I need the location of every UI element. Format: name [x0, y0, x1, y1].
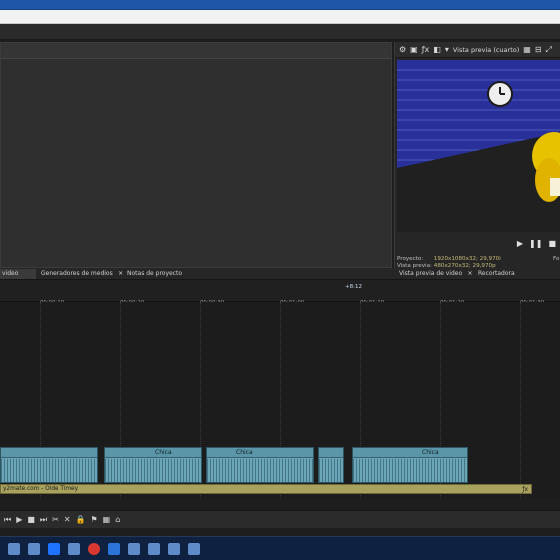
timeline-clip[interactable]	[352, 447, 468, 483]
close-icon[interactable]: ×	[467, 269, 473, 279]
ff-icon[interactable]: ⏭	[40, 515, 47, 525]
timeline-clip[interactable]	[318, 447, 344, 483]
camera-icon[interactable]: ◧	[433, 45, 441, 54]
rewind-icon[interactable]: ⏮	[4, 515, 11, 525]
app-window: ⚙ ▣ ƒx ◧ ▾ Vista previa (cuarto) ▦ ⊟ ⤢ ▶…	[0, 0, 560, 560]
tab-media-generators[interactable]: Generadores de medios ×	[39, 269, 124, 279]
preview-toolbar: ⚙ ▣ ƒx ◧ ▾ Vista previa (cuarto) ▦ ⊟ ⤢	[395, 42, 560, 58]
vegas-icon[interactable]	[48, 542, 60, 555]
timeline-clip[interactable]	[206, 447, 314, 483]
windows-icon[interactable]	[68, 542, 80, 555]
audio-track[interactable]: y2mate.com - Olde Timey ƒx	[0, 484, 532, 494]
tab-project-notes[interactable]: Notas de proyecto	[125, 269, 185, 279]
main-panel	[0, 42, 392, 268]
stop-icon[interactable]: ■	[27, 515, 35, 524]
close-icon[interactable]: ×	[118, 269, 124, 279]
settings-icon[interactable]	[168, 542, 180, 555]
preview-panel: ⚙ ▣ ƒx ◧ ▾ Vista previa (cuarto) ▦ ⊟ ⤢ ▶…	[394, 42, 560, 269]
tab-label: Generadores de medios	[41, 270, 113, 277]
clip-label: Chica	[236, 449, 253, 456]
clip-label: Chica	[422, 449, 439, 456]
stop-icon[interactable]: ■	[548, 239, 556, 248]
photoshop-icon[interactable]	[108, 542, 120, 555]
delete-icon[interactable]: ✕	[64, 515, 71, 524]
play-icon[interactable]: ▶	[16, 515, 22, 524]
fx-icon[interactable]: ƒx	[422, 45, 430, 54]
timeline-header	[0, 280, 560, 302]
tab-label: Notas de proyecto	[127, 270, 183, 277]
marker-icon[interactable]: ⚑	[91, 515, 98, 524]
grid-icon[interactable]: ▦	[523, 45, 531, 54]
expand-icon[interactable]: ⤢	[546, 45, 552, 54]
timeline-clip[interactable]	[104, 447, 202, 483]
play-icon[interactable]: ▶	[517, 239, 523, 248]
timeline-toolbar: ⏮ ▶ ■ ⏭ ✂ ✕ 🔒 ⚑ ▦ ⌂	[0, 510, 560, 528]
panel-header	[1, 43, 391, 59]
snap-icon[interactable]: ⌂	[115, 515, 120, 524]
tab-label: Vista previa de video	[399, 270, 463, 277]
app-icon[interactable]	[128, 542, 140, 555]
film-icon[interactable]	[148, 542, 160, 555]
settings-icon[interactable]: ⚙	[399, 45, 406, 54]
timeline-gridline	[520, 302, 521, 498]
preview-title[interactable]: Vista previa (cuarto)	[453, 46, 519, 54]
preview-icon[interactable]: ▣	[410, 45, 418, 54]
start-icon[interactable]	[8, 542, 20, 555]
lock-icon[interactable]: 🔒	[76, 515, 86, 524]
project-label: Proyecto:	[397, 256, 424, 262]
pause-icon[interactable]: ❚❚	[529, 239, 542, 248]
white-menu-gap	[0, 10, 560, 24]
tab-video-preview[interactable]: Vista previa de video ×	[397, 269, 473, 279]
scissors-icon[interactable]: ✂	[52, 515, 59, 524]
tab-label: video	[2, 270, 19, 277]
timeline-clip[interactable]	[0, 447, 98, 483]
dropdown-icon[interactable]: ▾	[445, 45, 449, 54]
preview-info-right: Fo	[553, 256, 560, 262]
windows-taskbar	[0, 536, 560, 560]
project-value: 1920x1080x32; 29,970i	[433, 256, 501, 262]
tab-row: video Generadores de medios × Notas de p…	[0, 268, 560, 280]
fx-icon[interactable]: ƒx	[522, 486, 528, 493]
video-preview	[397, 60, 560, 232]
chrome-icon[interactable]	[188, 542, 200, 555]
audio-track-title: y2mate.com - Olde Timey	[3, 486, 79, 492]
cortana-icon[interactable]	[28, 542, 40, 555]
clip-label: Chica	[155, 449, 172, 456]
menu-bar	[0, 24, 560, 40]
split-icon[interactable]: ⊟	[535, 45, 542, 54]
timeline-cursor-time: +8:12	[345, 284, 362, 290]
tab-trimmer[interactable]: Recortadora	[476, 269, 516, 279]
title-bar	[0, 0, 560, 10]
tab-label: Recortadora	[478, 270, 515, 277]
grid-icon[interactable]: ▦	[103, 515, 111, 524]
tab-video[interactable]: video	[0, 269, 36, 279]
transport-controls: ▶ ❚❚ ■	[395, 236, 560, 250]
record-icon[interactable]	[88, 542, 100, 555]
